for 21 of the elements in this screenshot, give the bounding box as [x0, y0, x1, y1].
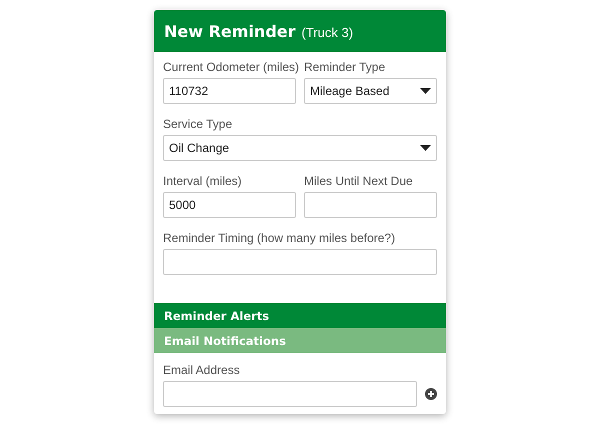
- section-header: Reminder Alerts: [154, 303, 446, 328]
- field-label: Miles Until Next Due: [304, 174, 414, 189]
- input-field[interactable]: 110732: [163, 78, 296, 104]
- input-field[interactable]: [163, 249, 437, 275]
- section-header: Email Notifications: [154, 328, 446, 353]
- input-field[interactable]: [304, 192, 437, 218]
- select-field[interactable]: Oil Change: [163, 135, 437, 161]
- field-label: Interval (miles): [163, 174, 243, 189]
- input-field[interactable]: 5000: [163, 192, 296, 218]
- field-label: Service Type: [163, 117, 234, 132]
- add-icon[interactable]: [425, 388, 437, 400]
- card-subtitle: (Truck 3): [302, 24, 354, 40]
- field-label: Email Address: [163, 363, 241, 378]
- caret-icon: [420, 88, 431, 94]
- field-label: Current Odometer (miles): [163, 60, 296, 75]
- input-field[interactable]: [163, 381, 417, 407]
- card-title: New Reminder: [164, 22, 296, 40]
- field-label: Reminder Type: [304, 60, 386, 75]
- select-field[interactable]: Mileage Based: [304, 78, 437, 104]
- field-label: Reminder Timing (how many miles before?): [163, 231, 396, 246]
- caret-icon: [420, 145, 431, 151]
